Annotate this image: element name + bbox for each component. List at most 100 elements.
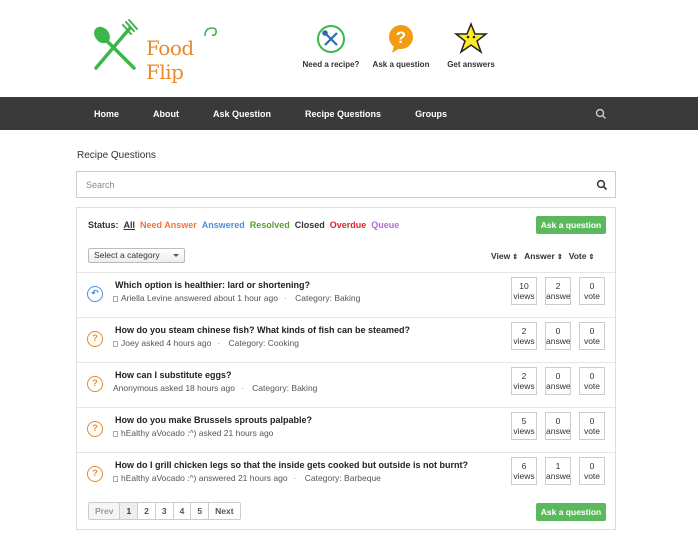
search-icon[interactable] xyxy=(596,179,608,191)
view-count: 5 views xyxy=(511,412,537,440)
answer-count-value: 1 xyxy=(555,461,561,471)
nav-recipe-questions[interactable]: Recipe Questions xyxy=(288,109,398,119)
swirl-icon xyxy=(204,27,217,37)
nav-home[interactable]: Home xyxy=(77,109,136,119)
vote-count: 0 vote xyxy=(579,457,605,485)
status-closed[interactable]: Closed xyxy=(295,220,325,230)
answer-count-value: 0 xyxy=(555,371,561,381)
status-need-answer[interactable]: Need Answer xyxy=(140,220,197,230)
vote-count: 0 vote xyxy=(579,367,605,395)
ask-question-label: Ask a question xyxy=(372,60,430,69)
ask-question-link[interactable]: ? Ask a question xyxy=(366,22,436,69)
pagination-prev[interactable]: Prev xyxy=(89,503,121,519)
question-title[interactable]: Which option is healthier: lard or short… xyxy=(115,280,310,290)
question-title[interactable]: How do you steam chinese fish? What kind… xyxy=(115,325,410,335)
pagination-page-5[interactable]: 5 xyxy=(191,503,210,519)
vote-count-label: vote xyxy=(583,471,601,481)
sort-answer[interactable]: Answer ⇕ xyxy=(524,251,563,261)
question-row: ? How can I substitute eggs? Anonymous a… xyxy=(77,362,615,407)
ask-question-button-bottom[interactable]: Ask a question xyxy=(536,503,606,521)
question-author[interactable]: hEalthy aVocado :^) xyxy=(121,473,196,483)
view-count-label: views xyxy=(513,291,535,301)
view-count-label: views xyxy=(513,381,535,391)
answer-count-label: answer xyxy=(546,381,570,391)
answer-count: 0answer xyxy=(545,367,571,395)
need-recipe-label: Need a recipe? xyxy=(302,60,360,69)
vote-count-value: 0 xyxy=(589,416,595,426)
question-time: 4 hours ago xyxy=(166,338,212,348)
pagination-page-4[interactable]: 4 xyxy=(173,503,192,519)
question-meta: hEalthy aVocado :^) answered 21 hours ag… xyxy=(113,473,381,483)
status-filter: Status: All Need Answer Answered Resolve… xyxy=(88,220,399,230)
ask-question-button-top[interactable]: Ask a question xyxy=(536,216,606,234)
need-recipe-link[interactable]: Need a recipe? xyxy=(296,22,366,69)
question-row: ? How do you make Brussels sprouts palpa… xyxy=(77,407,615,452)
user-icon xyxy=(113,431,118,437)
question-action: answered xyxy=(198,473,236,483)
star-icon xyxy=(454,22,488,54)
question-title[interactable]: How do I grill chicken legs so that the … xyxy=(115,460,468,470)
sort-controls: View ⇕ Answer ⇕ Vote ⇕ xyxy=(485,251,594,261)
question-category[interactable]: Barbeque xyxy=(344,473,381,483)
user-icon xyxy=(113,476,118,482)
question-action: asked xyxy=(141,338,165,348)
get-answers-link[interactable]: Get answers xyxy=(436,22,506,69)
nav-ask-question[interactable]: Ask Question xyxy=(196,109,288,119)
question-meta: Anonymous asked 18 hours ago · Category: … xyxy=(113,383,318,393)
view-count: 2 views xyxy=(511,367,537,395)
get-answers-label: Get answers xyxy=(447,60,495,69)
status-resolved[interactable]: Resolved xyxy=(250,220,290,230)
question-category[interactable]: Baking xyxy=(334,293,360,303)
nav-about[interactable]: About xyxy=(136,109,196,119)
pagination-next[interactable]: Next xyxy=(209,503,240,519)
question-title[interactable]: How do you make Brussels sprouts palpabl… xyxy=(115,415,312,425)
answer-count-label: answer xyxy=(546,336,570,346)
view-count-label: views xyxy=(513,426,535,436)
sort-view[interactable]: View ⇕ xyxy=(491,251,518,261)
category-label: Category: xyxy=(295,293,332,303)
pagination-page-2[interactable]: 2 xyxy=(138,503,156,519)
status-overdue[interactable]: Overdue xyxy=(330,220,367,230)
vote-count-value: 0 xyxy=(589,281,595,291)
view-count-value: 5 xyxy=(521,416,527,426)
question-category[interactable]: Cooking xyxy=(268,338,299,348)
sort-answer-label: Answer xyxy=(524,251,555,261)
question-search xyxy=(76,171,616,198)
vote-count-label: vote xyxy=(583,336,601,346)
question-mark-icon: ? xyxy=(87,466,103,482)
question-author[interactable]: Ariella Levine xyxy=(121,293,172,303)
question-action: asked xyxy=(198,428,222,438)
answer-count-value: 0 xyxy=(555,416,561,426)
answer-count: 1answer xyxy=(545,457,571,485)
vote-count-value: 0 xyxy=(589,326,595,336)
question-category[interactable]: Baking xyxy=(291,383,317,393)
status-all[interactable]: All xyxy=(124,220,136,230)
answer-count: 2answers xyxy=(545,277,571,305)
pagination: Prev 1 2 3 4 5 Next xyxy=(88,502,241,520)
category-select[interactable]: Select a category xyxy=(88,248,185,263)
answer-count-value: 2 xyxy=(555,281,561,291)
pagination-page-1[interactable]: 1 xyxy=(120,503,139,519)
vote-count-value: 0 xyxy=(589,461,595,471)
question-mark-icon: ? xyxy=(87,421,103,437)
nav-groups[interactable]: Groups xyxy=(398,109,464,119)
fork-spoon-icon xyxy=(317,25,345,53)
question-author[interactable]: Joey xyxy=(121,338,139,348)
status-queue[interactable]: Queue xyxy=(371,220,399,230)
category-label: Category: xyxy=(252,383,290,393)
search-icon[interactable] xyxy=(594,107,608,121)
question-author[interactable]: hEalthy aVocado :^) xyxy=(121,428,196,438)
question-title[interactable]: How can I substitute eggs? xyxy=(115,370,232,380)
question-list: ↶ Which option is healthier: lard or sho… xyxy=(77,272,615,497)
svg-text:?: ? xyxy=(396,28,406,47)
vote-count: 0 vote xyxy=(579,412,605,440)
pagination-page-3[interactable]: 3 xyxy=(155,503,174,519)
site-logo[interactable]: Food Flip xyxy=(86,18,226,84)
question-meta: Ariella Levine answered about 1 hour ago… xyxy=(113,293,360,303)
status-answered[interactable]: Answered xyxy=(202,220,245,230)
answer-count-value: 0 xyxy=(555,326,561,336)
sort-vote[interactable]: Vote ⇕ xyxy=(569,251,595,261)
search-input[interactable] xyxy=(77,172,577,197)
logo-text: Food Flip xyxy=(146,36,194,84)
header-links: Need a recipe? ? Ask a question Get answ… xyxy=(296,22,506,69)
